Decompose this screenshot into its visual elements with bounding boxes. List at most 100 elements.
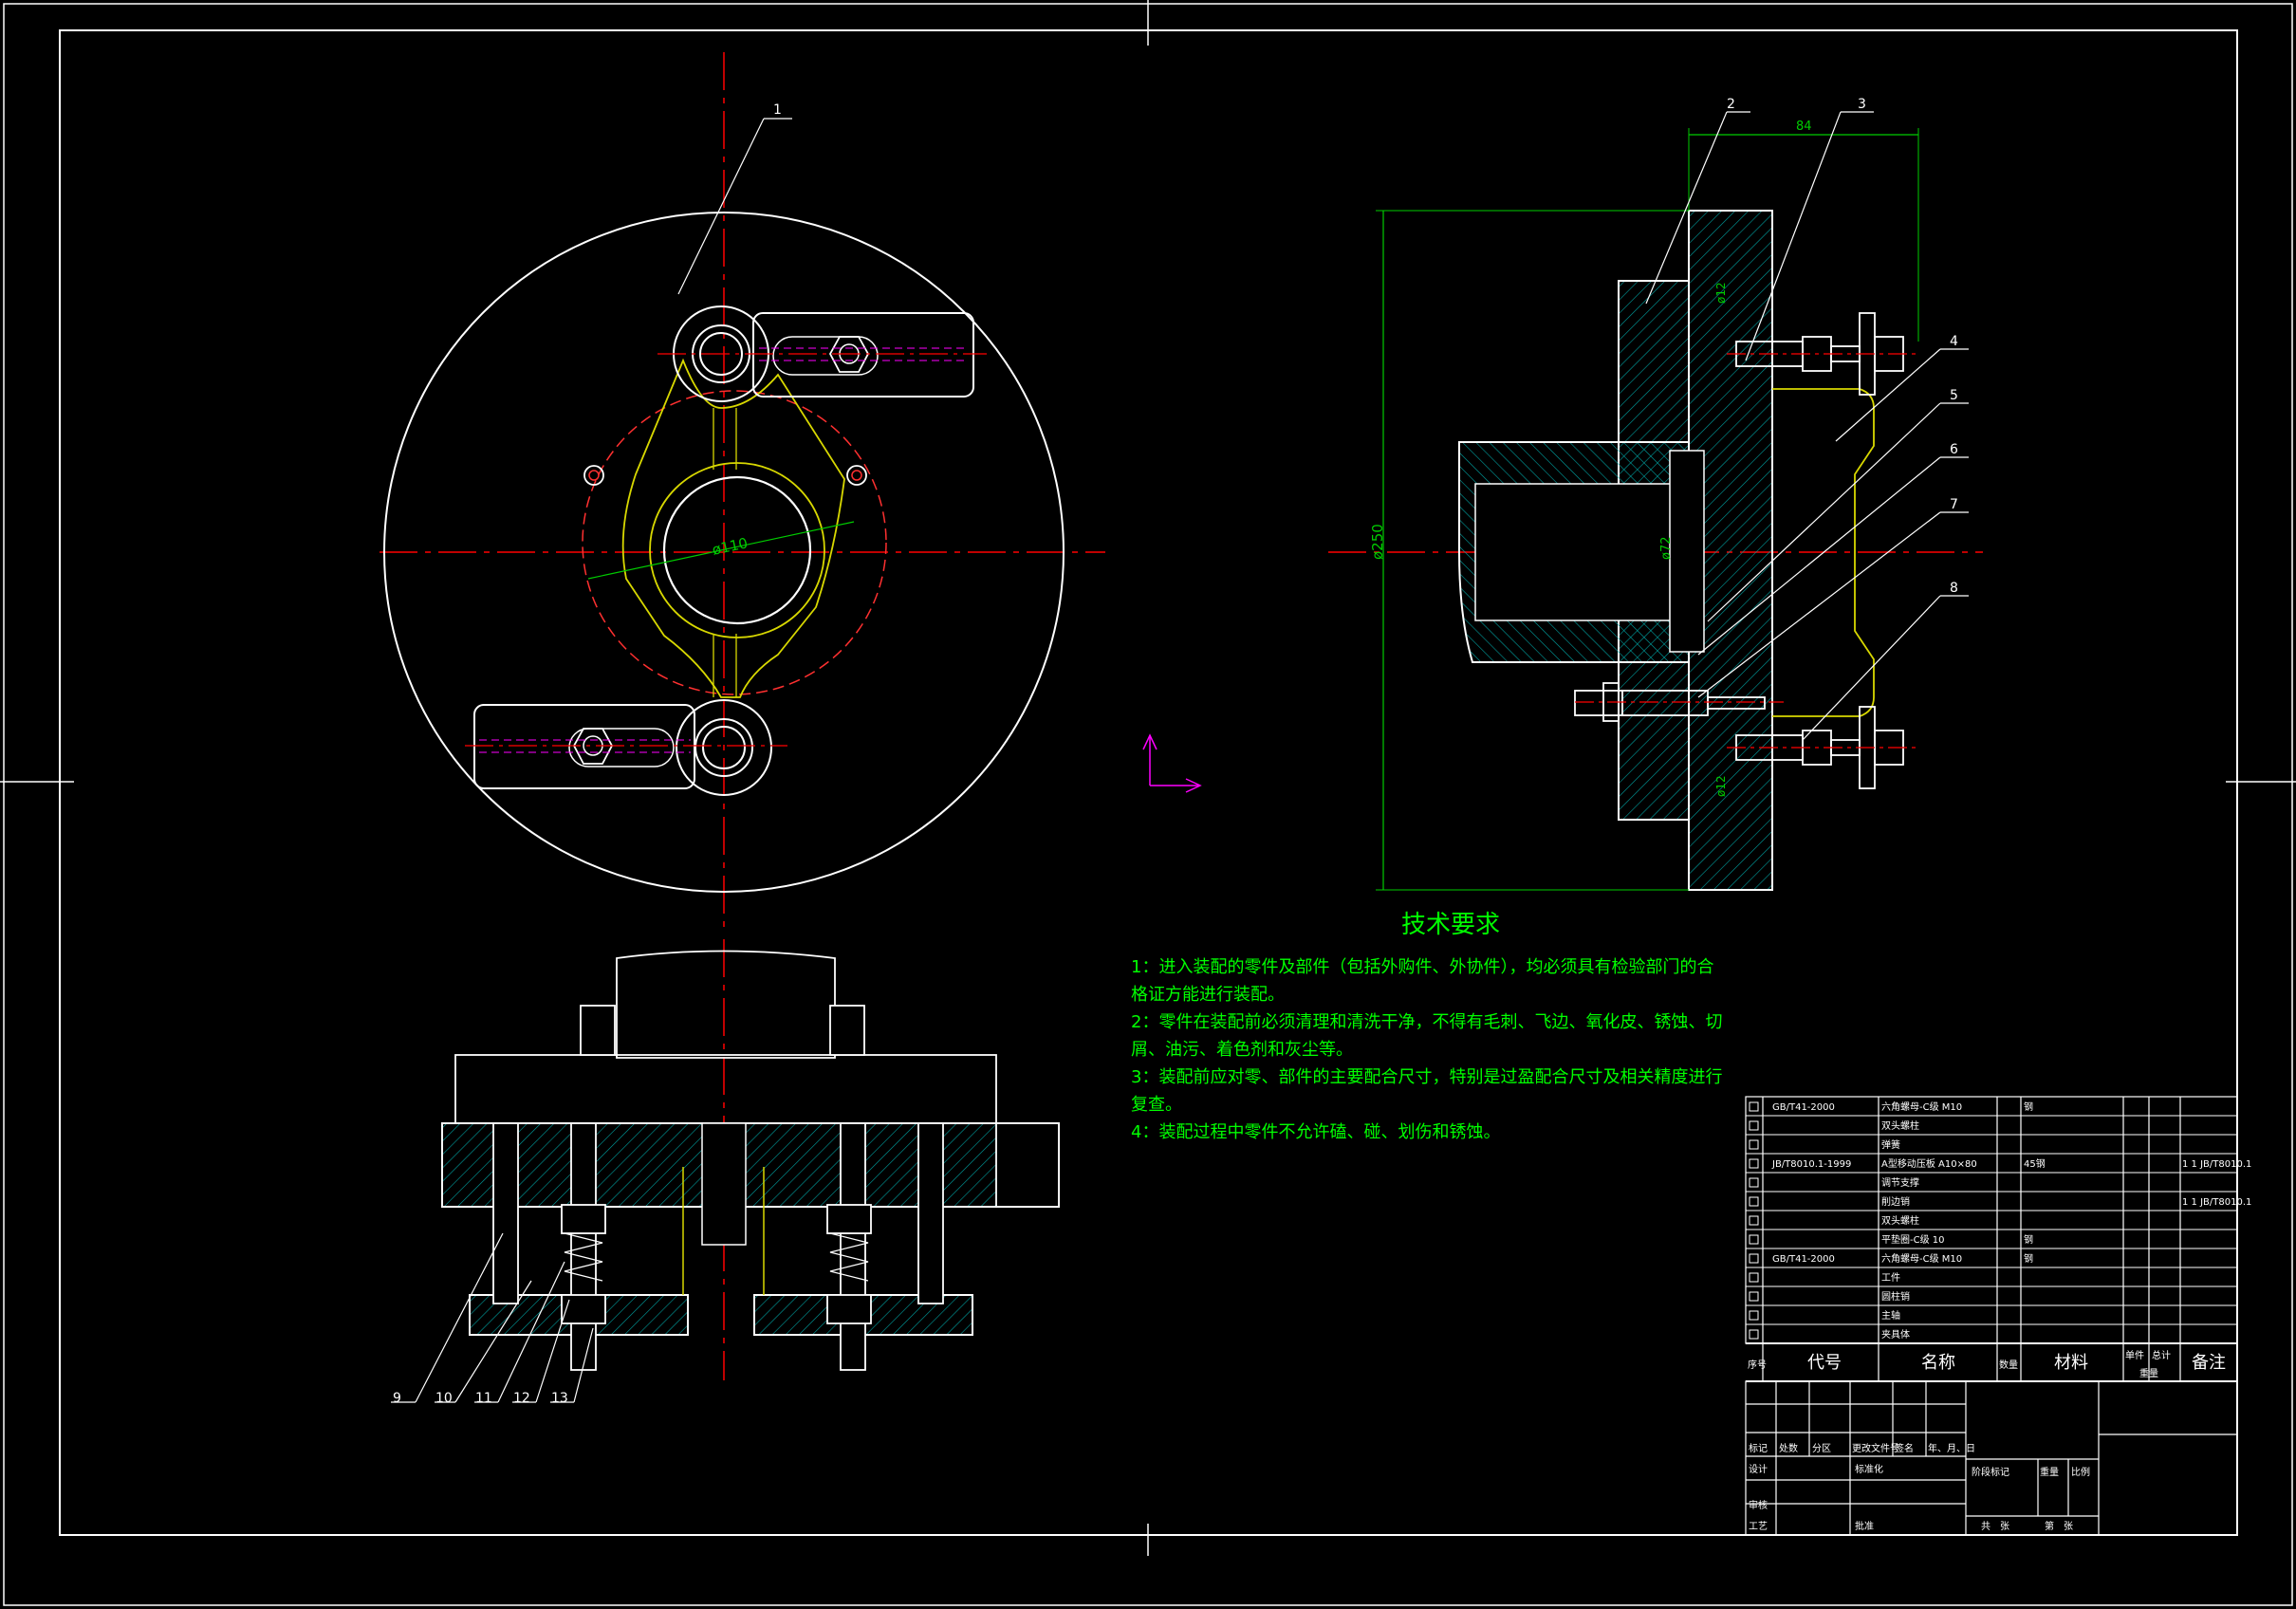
- tech-req-line-5: 3：装配前应对零、部件的主要配合尺寸，特别是过盈配合尺寸及相关精度进行: [1131, 1067, 1722, 1087]
- bom-row-name: 工件: [1881, 1272, 1900, 1284]
- bom-row-name: 调节支撑: [1881, 1176, 1919, 1189]
- balloon-12: 12: [513, 1391, 530, 1406]
- bom-row-material: 钢: [2024, 1233, 2033, 1246]
- bom-row-name: 削边销: [1881, 1195, 1910, 1208]
- tb-zone: 分区: [1812, 1443, 1831, 1454]
- dim-12b: ø12: [1714, 775, 1728, 797]
- bom-header-mat: 材料: [2054, 1353, 2088, 1373]
- bom-row-number-box: [1749, 1158, 1759, 1169]
- bom-row-number-box: [1749, 1291, 1759, 1302]
- bom-row-number-box: [1749, 1196, 1759, 1207]
- bom-rows: GB/T41-2000 六角螺母-C级 M10 钢双头螺柱弹簧JB/T8010.1-…: [1746, 1100, 2251, 1344]
- balloon-8: 8: [1950, 581, 1958, 596]
- tech-req-line-1: 1：进入装配的零件及部件（包括外购件、外协件），均必须具有检验部门的合: [1131, 957, 1713, 977]
- balloon-1: 1: [773, 102, 782, 118]
- bottom-section-view: 9 10 11 12 13: [391, 939, 1060, 1406]
- bom-row-number-box: [1749, 1215, 1759, 1226]
- bom-row-number-box: [1749, 1120, 1759, 1131]
- dim-110: ø110: [711, 534, 750, 558]
- bom-table: [1745, 1096, 2238, 1382]
- tb-scale: 比例: [2071, 1466, 2090, 1478]
- tech-req-line-3: 2：零件在装配前必须清理和清洗干净，不得有毛刺、飞边、氧化皮、锈蚀、切: [1131, 1012, 1722, 1032]
- balloon-6: 6: [1950, 442, 1958, 457]
- bom-row-name: 圆柱销: [1881, 1290, 1910, 1303]
- ucs-icon: [1142, 733, 1202, 793]
- bom-row-name: 弹簧: [1881, 1138, 1900, 1151]
- technical-requirements: 技术要求 1：进入装配的零件及部件（包括外购件、外协件），均必须具有检验部门的合…: [1131, 911, 1722, 1142]
- balloon-9: 9: [393, 1391, 401, 1406]
- side-section-view: ø250 84 ø72 ø12 ø12 2 3 4 5 6 7 8: [1328, 97, 1983, 891]
- tech-req-line-7: 4：装配过程中零件不允许磕、碰、划伤和锈蚀。: [1131, 1122, 1500, 1142]
- tech-req-line-6: 复查。: [1131, 1095, 1182, 1115]
- balloon-7: 7: [1950, 497, 1958, 512]
- tb-signature: 签名: [1895, 1442, 1914, 1454]
- tech-req-title: 技术要求: [1401, 911, 1500, 939]
- bom-row-name: 六角螺母-C级 M10: [1881, 1253, 1962, 1265]
- dim-250: ø250: [1369, 524, 1386, 560]
- bom-row-number-box: [1749, 1310, 1759, 1321]
- bom-header-weight: 重量: [2139, 1367, 2158, 1379]
- bom-row-number-box: [1749, 1253, 1759, 1264]
- dim-84: 84: [1796, 120, 1812, 134]
- dim-72: ø72: [1659, 537, 1674, 561]
- bom-header-note: 备注: [2192, 1353, 2226, 1373]
- bom-row-material: 钢: [2024, 1100, 2033, 1113]
- balloon-2: 2: [1727, 97, 1735, 112]
- bom-row-name: 双头螺柱: [1881, 1214, 1919, 1227]
- bom-row-code: GB/T41-2000: [1772, 1254, 1835, 1265]
- tb-change-doc: 更改文件号: [1852, 1442, 1899, 1454]
- tb-design: 设计: [1749, 1463, 1768, 1475]
- bom-header: 序号 代号 名称 数量 材料 单件 总计 重量 备注: [1748, 1349, 2226, 1379]
- bom-row-note: 1 1 JB/T8010.1: [2182, 1197, 2251, 1208]
- bom-row-number-box: [1749, 1139, 1759, 1150]
- bom-header-code: 代号: [1807, 1353, 1842, 1373]
- tb-sheet-no: 第 张: [2045, 1520, 2073, 1532]
- bom-row-name: 六角螺母-C级 M10: [1881, 1101, 1962, 1113]
- bom-header-no: 序号: [1748, 1359, 1767, 1371]
- balloon-11: 11: [475, 1391, 492, 1406]
- tb-weight: 重量: [2040, 1466, 2059, 1478]
- title-block-labels: 标记 处数 分区 更改文件号 签名 年、月、日 设计 标准化 阶段标记 重量 比…: [1749, 1442, 2090, 1532]
- bom-row-name: A型移动压板 A10×80: [1881, 1157, 1977, 1170]
- dim-12a: ø12: [1714, 282, 1728, 304]
- tech-req-line-4: 屑、油污、着色剂和灰尘等。: [1131, 1040, 1353, 1060]
- bom-row-name: 平垫圈-C级 10: [1881, 1233, 1945, 1246]
- title-block: [1745, 1380, 2238, 1536]
- tb-count: 处数: [1779, 1442, 1798, 1454]
- tb-date: 年、月、日: [1928, 1442, 1975, 1454]
- balloon-3: 3: [1858, 97, 1866, 112]
- balloon-13: 13: [551, 1391, 568, 1406]
- bom-row-number-box: [1749, 1234, 1759, 1245]
- tb-sheets-total: 共 张: [1981, 1521, 2009, 1532]
- bom-row-material: 45钢: [2024, 1157, 2046, 1170]
- bom-row-note: 1 1 JB/T8010.1: [2182, 1159, 2251, 1170]
- bom-header-total: 总计: [2152, 1349, 2171, 1361]
- bom-row-code: JB/T8010.1-1999: [1771, 1159, 1851, 1170]
- bom-header-name: 名称: [1921, 1353, 1955, 1373]
- tb-review: 审核: [1749, 1499, 1768, 1511]
- tech-req-line-2: 格证方能进行装配。: [1131, 985, 1285, 1005]
- balloon-10: 10: [435, 1391, 453, 1406]
- upper-clamp: [657, 305, 987, 402]
- tb-process: 工艺: [1749, 1521, 1768, 1532]
- bom-row-code: GB/T41-2000: [1772, 1102, 1835, 1113]
- bom-row-material: 钢: [2024, 1252, 2033, 1265]
- bom-row-number-box: [1749, 1272, 1759, 1283]
- bom-row-number-box: [1749, 1177, 1759, 1188]
- balloon-5: 5: [1950, 388, 1958, 403]
- tb-standardize: 标准化: [1855, 1463, 1883, 1475]
- balloon-4: 4: [1950, 334, 1958, 349]
- bom-row-name: 主轴: [1881, 1309, 1900, 1322]
- bom-header-qty: 数量: [1999, 1359, 2018, 1371]
- bom-row-number-box: [1749, 1329, 1759, 1340]
- tb-mark: 标记: [1749, 1443, 1768, 1454]
- bom-row-name: 双头螺柱: [1881, 1119, 1919, 1132]
- lower-clamp: [465, 699, 787, 796]
- front-view: ø110 1: [380, 52, 1105, 930]
- tb-approve: 批准: [1855, 1520, 1874, 1532]
- bom-header-unit: 单件: [2125, 1350, 2144, 1361]
- tb-stage-mark: 阶段标记: [1972, 1466, 2009, 1478]
- bom-row-name: 夹具体: [1881, 1328, 1910, 1341]
- bom-row-number-box: [1749, 1101, 1759, 1112]
- assembly-drawing: ø110 1 ø250 84 ø72 ø12 ø12 2 3 4 5 6 7 8…: [0, 0, 2296, 1606]
